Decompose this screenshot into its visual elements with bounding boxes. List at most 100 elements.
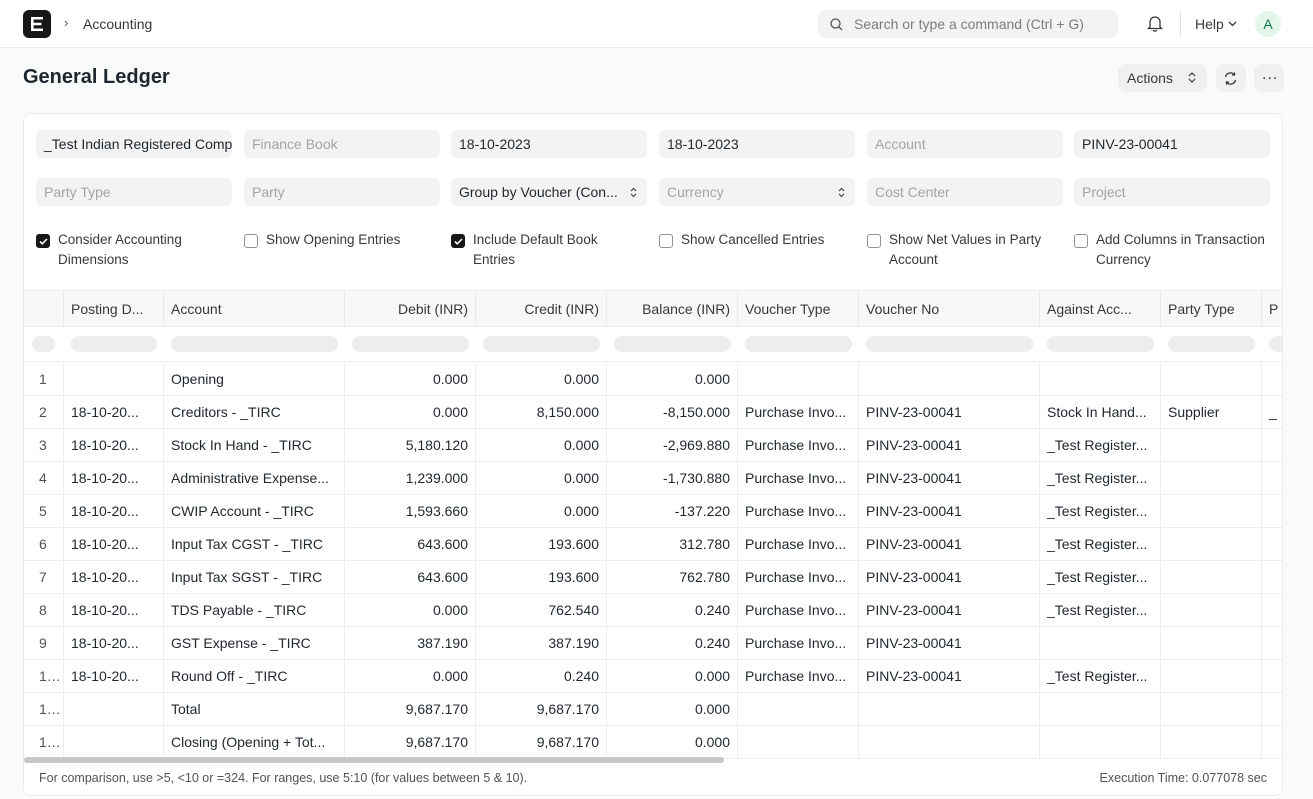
cell-voucher-no: PINV-23-00041 bbox=[859, 594, 1040, 627]
cell-balance: 0.240 bbox=[607, 627, 738, 660]
group-by-select[interactable]: Group by Voucher (Con... bbox=[451, 178, 647, 206]
table-row[interactable]: 6 18-10-20... Input Tax CGST - _TIRC 643.60… bbox=[24, 528, 1282, 561]
filter-input[interactable] bbox=[614, 336, 731, 352]
select-arrows-icon bbox=[838, 187, 845, 198]
company-field[interactable]: _Test Indian Registered Company bbox=[36, 130, 232, 158]
cell-party bbox=[1262, 594, 1282, 627]
cell-credit: 193.600 bbox=[476, 528, 607, 561]
table-row[interactable]: 5 18-10-20... CWIP Account - _TIRC 1,593.66… bbox=[24, 495, 1282, 528]
search-input[interactable] bbox=[854, 10, 1112, 38]
party-type-field[interactable]: Party Type bbox=[36, 178, 232, 206]
voucher-no-field[interactable]: PINV-23-00041 bbox=[1074, 130, 1270, 158]
checkbox-label: Add Columns in Transaction Currency bbox=[1096, 232, 1265, 267]
from-date-field[interactable]: 18-10-2023 bbox=[451, 130, 647, 158]
account-field[interactable]: Account bbox=[867, 130, 1063, 158]
filter-input[interactable] bbox=[71, 336, 157, 352]
notification-bell-icon[interactable] bbox=[1147, 15, 1163, 32]
filter-input[interactable] bbox=[1168, 336, 1255, 352]
column-header-party[interactable]: P bbox=[1262, 291, 1282, 327]
column-header-account[interactable]: Account bbox=[164, 291, 345, 327]
user-avatar[interactable]: A bbox=[1255, 11, 1281, 37]
to-date-field[interactable]: 18-10-2023 bbox=[659, 130, 855, 158]
column-header-credit[interactable]: Credit (INR) bbox=[476, 291, 607, 327]
page-title: General Ledger bbox=[23, 66, 170, 88]
column-header-voucher-no[interactable]: Voucher No bbox=[859, 291, 1040, 327]
cell-account: Round Off - _TIRC bbox=[164, 660, 345, 693]
filter-input[interactable] bbox=[483, 336, 600, 352]
table-row[interactable]: 1... Total 9,687.170 9,687.170 0.000 bbox=[24, 693, 1282, 726]
cell-party bbox=[1262, 726, 1282, 759]
filter-input[interactable] bbox=[32, 336, 55, 352]
cell-balance: 312.780 bbox=[607, 528, 738, 561]
cell-against-account: Stock In Hand... bbox=[1040, 396, 1161, 429]
app-logo-icon[interactable] bbox=[23, 10, 51, 38]
refresh-button[interactable] bbox=[1216, 64, 1246, 92]
table-row[interactable]: 1... 18-10-20... Round Off - _TIRC 0.000 0.2… bbox=[24, 660, 1282, 693]
cell-party bbox=[1262, 462, 1282, 495]
cell-account: Input Tax CGST - _TIRC bbox=[164, 528, 345, 561]
filter-input[interactable] bbox=[352, 336, 469, 352]
cell-party bbox=[1262, 429, 1282, 462]
table-row[interactable]: 3 18-10-20... Stock In Hand - _TIRC 5,180.1… bbox=[24, 429, 1282, 462]
add-columns-transaction-currency-checkbox[interactable]: Add Columns in Transaction Currency bbox=[1074, 230, 1265, 270]
cell-party bbox=[1262, 528, 1282, 561]
breadcrumb-accounting[interactable]: Accounting bbox=[83, 16, 152, 32]
row-index: 5 bbox=[24, 495, 64, 528]
row-index: 7 bbox=[24, 561, 64, 594]
horizontal-scrollbar[interactable] bbox=[24, 757, 724, 763]
cell-party: _ bbox=[1269, 404, 1277, 420]
table-row[interactable]: 1... Closing (Opening + Tot... 9,687.170 9,… bbox=[24, 726, 1282, 759]
cell-credit: 762.540 bbox=[476, 594, 607, 627]
consider-accounting-dimensions-checkbox[interactable]: Consider Accounting Dimensions bbox=[36, 230, 226, 270]
show-net-values-checkbox[interactable]: Show Net Values in Party Account bbox=[867, 230, 1057, 270]
select-arrows-icon bbox=[630, 187, 637, 198]
table-row[interactable]: 8 18-10-20... TDS Payable - _TIRC 0.000 762.… bbox=[24, 594, 1282, 627]
cell-voucher-type: Purchase Invo... bbox=[738, 528, 859, 561]
table-row[interactable]: 2 18-10-20... Creditors - _TIRC 0.000 8,150.… bbox=[24, 396, 1282, 429]
table-row[interactable]: 7 18-10-20... Input Tax SGST - _TIRC 643.60… bbox=[24, 561, 1282, 594]
column-header-posting-date[interactable]: Posting D... bbox=[64, 291, 164, 327]
cost-center-field[interactable]: Cost Center bbox=[867, 178, 1063, 206]
column-header-party-type[interactable]: Party Type bbox=[1161, 291, 1262, 327]
project-field[interactable]: Project bbox=[1074, 178, 1270, 206]
cell-debit: 5,180.120 bbox=[345, 429, 476, 462]
filter-input[interactable] bbox=[866, 336, 1033, 352]
cell-against-account bbox=[1040, 627, 1161, 660]
filter-input[interactable] bbox=[1047, 336, 1154, 352]
cell-party bbox=[1262, 660, 1282, 693]
filter-input[interactable] bbox=[171, 336, 338, 352]
cell-party-type bbox=[1161, 462, 1262, 495]
cell-against-account: _Test Register... bbox=[1040, 594, 1161, 627]
search-icon bbox=[830, 18, 843, 31]
currency-select[interactable]: Currency bbox=[659, 178, 855, 206]
row-index: 2 bbox=[24, 396, 64, 429]
finance-book-field[interactable]: Finance Book bbox=[244, 130, 440, 158]
cell-debit: 387.190 bbox=[345, 627, 476, 660]
row-index-header bbox=[24, 291, 64, 327]
show-cancelled-entries-checkbox[interactable]: Show Cancelled Entries bbox=[659, 230, 849, 270]
checkbox-unchecked-icon bbox=[244, 234, 258, 248]
cell-account: Creditors - _TIRC bbox=[164, 396, 345, 429]
cell-party-type bbox=[1161, 693, 1262, 726]
search-bar[interactable] bbox=[818, 10, 1118, 38]
more-options-label: ... bbox=[1262, 66, 1279, 83]
cell-account: GST Expense - _TIRC bbox=[164, 627, 345, 660]
column-header-voucher-type[interactable]: Voucher Type bbox=[738, 291, 859, 327]
table-row[interactable]: 9 18-10-20... GST Expense - _TIRC 387.190 38… bbox=[24, 627, 1282, 660]
checkbox-label: Consider Accounting Dimensions bbox=[58, 232, 182, 267]
actions-button[interactable]: Actions bbox=[1118, 64, 1207, 92]
column-header-against-account[interactable]: Against Acc... bbox=[1040, 291, 1161, 327]
more-options-button[interactable]: ... bbox=[1254, 64, 1284, 92]
filter-input[interactable] bbox=[745, 336, 852, 352]
filter-input[interactable] bbox=[1269, 336, 1282, 352]
party-field[interactable]: Party bbox=[244, 178, 440, 206]
table-row[interactable]: 4 18-10-20... Administrative Expense... 1,2… bbox=[24, 462, 1282, 495]
column-header-balance[interactable]: Balance (INR) bbox=[607, 291, 738, 327]
cell-voucher-type: Purchase Invo... bbox=[738, 495, 859, 528]
table-row[interactable]: 1 Opening 0.000 0.000 0.000 bbox=[24, 363, 1282, 396]
cell-credit: 0.240 bbox=[476, 660, 607, 693]
column-header-debit[interactable]: Debit (INR) bbox=[345, 291, 476, 327]
include-default-book-entries-checkbox[interactable]: Include Default Book Entries bbox=[451, 230, 641, 270]
show-opening-entries-checkbox[interactable]: Show Opening Entries bbox=[244, 230, 434, 270]
help-menu[interactable]: Help bbox=[1195, 16, 1224, 32]
